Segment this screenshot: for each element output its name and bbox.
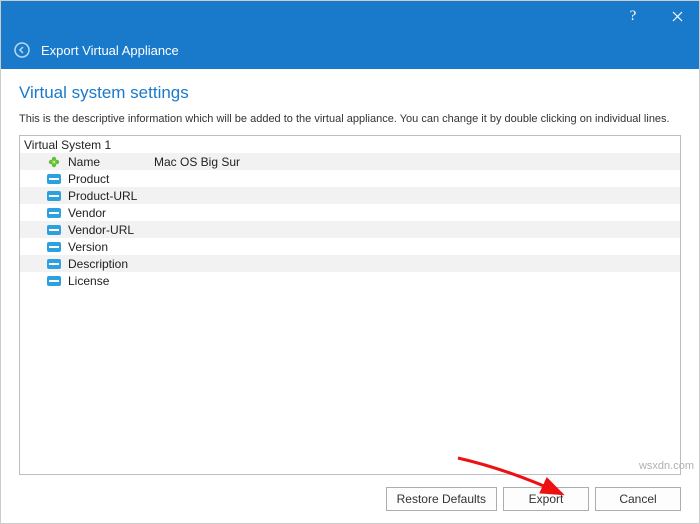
settings-list[interactable]: Virtual System 1 Name Mac OS Big Sur Pro… <box>19 135 681 475</box>
row-label: License <box>68 274 154 288</box>
window-title: Export Virtual Appliance <box>41 43 179 58</box>
row-value: Mac OS Big Sur <box>154 155 676 169</box>
field-icon <box>46 188 62 204</box>
close-icon <box>672 11 683 22</box>
field-icon <box>46 239 62 255</box>
field-icon <box>46 273 62 289</box>
row-label: Name <box>68 155 154 169</box>
section-title: Virtual system settings <box>19 83 681 103</box>
export-appliance-window: ? Export Virtual Appliance Virtual syste… <box>0 0 700 524</box>
back-arrow-icon <box>14 42 30 58</box>
name-icon <box>46 154 62 170</box>
table-row[interactable]: Name Mac OS Big Sur <box>20 153 680 170</box>
header: Export Virtual Appliance <box>1 31 699 69</box>
row-label: Product <box>68 172 154 186</box>
table-row[interactable]: Product <box>20 170 680 187</box>
titlebar: ? <box>1 1 699 31</box>
row-label: Product-URL <box>68 189 154 203</box>
field-icon <box>46 222 62 238</box>
group-row[interactable]: Virtual System 1 <box>20 136 680 153</box>
restore-defaults-button[interactable]: Restore Defaults <box>386 487 497 511</box>
export-button[interactable]: Export <box>503 487 589 511</box>
row-label: Vendor-URL <box>68 223 154 237</box>
table-row[interactable]: License <box>20 272 680 289</box>
section-description: This is the descriptive information whic… <box>19 113 681 125</box>
footer: Restore Defaults Export Cancel <box>1 475 699 523</box>
content-area: Virtual system settings This is the desc… <box>1 69 699 475</box>
field-icon <box>46 256 62 272</box>
table-row[interactable]: Product-URL <box>20 187 680 204</box>
field-icon <box>46 205 62 221</box>
row-label: Description <box>68 257 154 271</box>
row-label: Vendor <box>68 206 154 220</box>
cancel-button[interactable]: Cancel <box>595 487 681 511</box>
table-row[interactable]: Vendor <box>20 204 680 221</box>
group-label: Virtual System 1 <box>24 138 111 152</box>
field-icon <box>46 171 62 187</box>
table-row[interactable]: Description <box>20 255 680 272</box>
table-row[interactable]: Version <box>20 238 680 255</box>
table-row[interactable]: Vendor-URL <box>20 221 680 238</box>
help-button[interactable]: ? <box>611 1 655 31</box>
row-label: Version <box>68 240 154 254</box>
back-button[interactable] <box>13 41 31 59</box>
close-button[interactable] <box>655 1 699 31</box>
